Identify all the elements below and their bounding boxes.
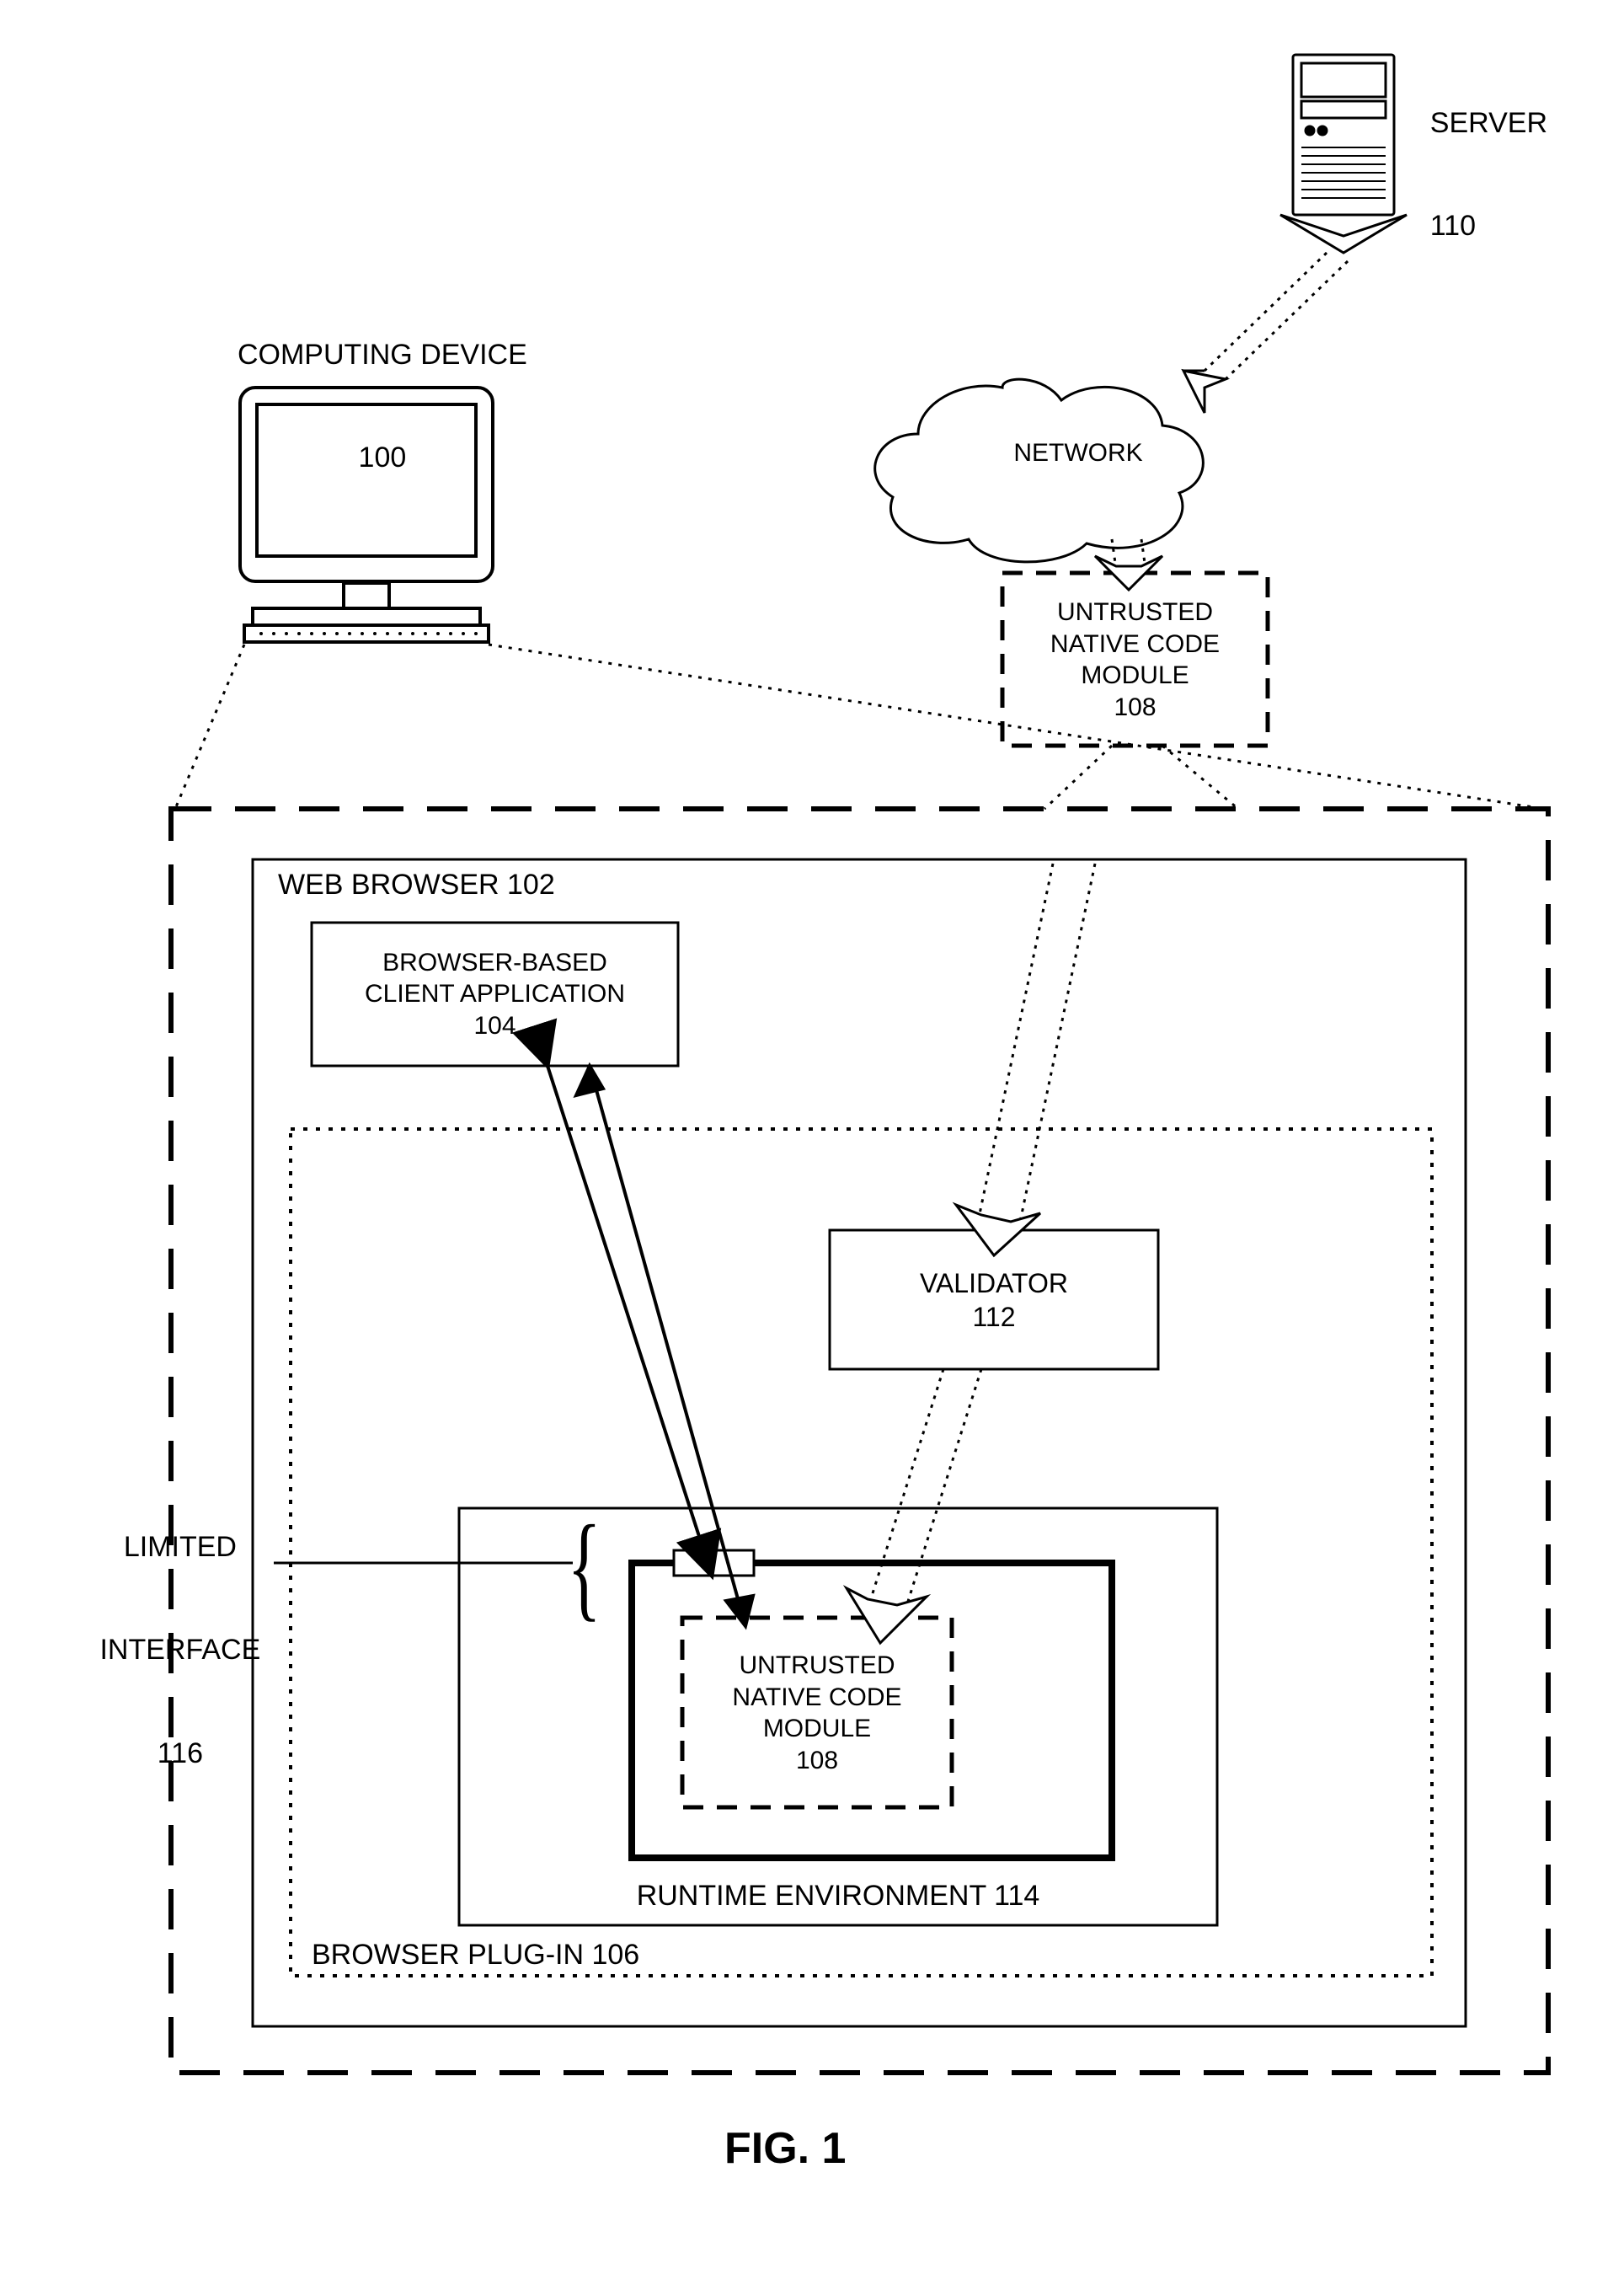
- untrusted-module-inner-l1: UNTRUSTED: [740, 1650, 895, 1682]
- server-num: 110: [1430, 210, 1476, 242]
- server-label: SERVER 110: [1398, 72, 1600, 278]
- validator-text: VALIDATOR 112: [832, 1234, 1156, 1365]
- limited-interface-num: 116: [158, 1737, 203, 1769]
- validator-num: 112: [972, 1300, 1015, 1334]
- limited-interface-label: LIMITED INTERFACE 116: [67, 1496, 261, 1805]
- validator-title: VALIDATOR: [920, 1266, 1068, 1300]
- network-label: NETWORK: [977, 438, 1179, 468]
- network-cloud: [875, 379, 1204, 562]
- untrusted-module-inner-num: 108: [796, 1745, 838, 1777]
- limited-interface-l1: LIMITED: [124, 1531, 237, 1563]
- client-app-num: 104: [473, 1010, 516, 1042]
- server-title: SERVER: [1430, 107, 1547, 139]
- computing-device-label: COMPUTING DEVICE 100: [198, 303, 535, 510]
- client-app-l2: CLIENT APPLICATION: [365, 978, 625, 1010]
- client-app-text: BROWSER-BASED CLIENT APPLICATION 104: [314, 927, 676, 1062]
- limited-interface-l2: INTERFACE: [99, 1634, 260, 1666]
- limited-interface-brace: {: [567, 1508, 601, 1626]
- untrusted-module-l2: NATIVE CODE: [1050, 629, 1220, 661]
- untrusted-module-inner-l3: MODULE: [763, 1713, 871, 1745]
- untrusted-module-l1: UNTRUSTED: [1057, 597, 1213, 629]
- figure-caption: FIG. 1: [724, 2123, 846, 2174]
- computing-device-num: 100: [359, 441, 407, 474]
- untrusted-module-l3: MODULE: [1081, 660, 1189, 692]
- untrusted-module-inner-l2: NATIVE CODE: [732, 1682, 901, 1714]
- web-browser-title: WEB BROWSER 102: [278, 868, 555, 902]
- computing-device-title: COMPUTING DEVICE: [238, 339, 527, 371]
- untrusted-module-num: 108: [1114, 692, 1156, 724]
- runtime-env-title: RUNTIME ENVIRONMENT 114: [484, 1879, 1192, 1913]
- browser-plugin-title: BROWSER PLUG-IN 106: [312, 1938, 639, 1972]
- limited-interface-port: [674, 1550, 754, 1576]
- untrusted-module-top-text: UNTRUSTED NATIVE CODE MODULE 108: [1007, 580, 1263, 740]
- client-app-l1: BROWSER-BASED: [382, 947, 607, 979]
- untrusted-module-inner-text: UNTRUSTED NATIVE CODE MODULE 108: [686, 1624, 948, 1801]
- server-icon: [1280, 55, 1407, 253]
